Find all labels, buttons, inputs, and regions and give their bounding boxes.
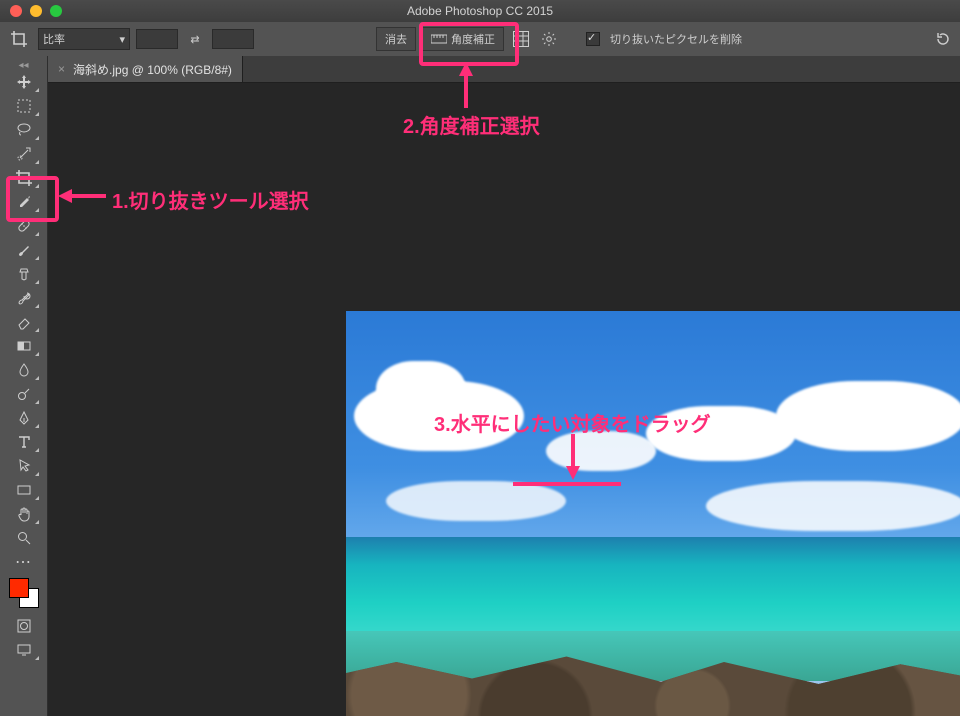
annotation-text-2: 2.角度補正選択	[403, 110, 540, 139]
straighten-label: 角度補正	[451, 31, 495, 47]
quick-select-tool[interactable]	[7, 142, 41, 166]
grid-overlay-button[interactable]	[510, 28, 532, 50]
chevron-down-icon: ▾	[119, 33, 125, 46]
window-controls	[10, 5, 62, 17]
dodge-tool[interactable]	[7, 382, 41, 406]
document-tab-bar: × 海斜め.jpg @ 100% (RGB/8#)	[48, 56, 960, 83]
gradient-tool[interactable]	[7, 334, 41, 358]
spot-heal-tool[interactable]	[7, 214, 41, 238]
delete-pixels-checkbox[interactable]	[586, 32, 600, 46]
screen-mode-button[interactable]	[7, 638, 41, 662]
pen-tool[interactable]	[7, 406, 41, 430]
straighten-button[interactable]: 角度補正	[422, 27, 504, 51]
crop-preset-select[interactable]: 比率 ▾	[38, 28, 130, 50]
hand-tool[interactable]	[7, 502, 41, 526]
type-tool[interactable]	[7, 430, 41, 454]
crop-width-input[interactable]	[136, 29, 178, 49]
delete-pixels-label: 切り抜いたピクセルを削除	[610, 31, 742, 47]
zoom-tool[interactable]	[7, 526, 41, 550]
crop-tool-icon	[6, 26, 32, 52]
maximize-window-button[interactable]	[50, 5, 62, 17]
eraser-tool[interactable]	[7, 310, 41, 334]
eyedropper-tool[interactable]	[7, 190, 41, 214]
blur-tool[interactable]	[7, 358, 41, 382]
swap-dims-button[interactable]: ⇄	[184, 28, 206, 50]
close-window-button[interactable]	[10, 5, 22, 17]
foreground-color-swatch[interactable]	[9, 578, 29, 598]
ruler-icon	[431, 33, 447, 45]
document-tab-label: 海斜め.jpg @ 100% (RGB/8#)	[73, 61, 232, 78]
quick-mask-button[interactable]	[7, 614, 41, 638]
brush-tool[interactable]	[7, 238, 41, 262]
marquee-tool[interactable]	[7, 94, 41, 118]
annotation-text-3: 3.水平にしたい対象をドラッグ	[434, 408, 711, 437]
canvas-area: × 海斜め.jpg @ 100% (RGB/8#)	[48, 56, 960, 716]
crop-preset-value: 比率	[43, 31, 65, 47]
toolbox: ◂◂ ⋯	[0, 56, 48, 716]
rectangle-tool[interactable]	[7, 478, 41, 502]
minimize-window-button[interactable]	[30, 5, 42, 17]
annotation-arrow-3	[566, 434, 580, 480]
crop-tool[interactable]	[7, 166, 41, 190]
document-tab[interactable]: × 海斜め.jpg @ 100% (RGB/8#)	[48, 56, 243, 82]
annotation-drag-line	[513, 482, 621, 486]
reset-button[interactable]	[932, 28, 954, 50]
edit-toolbar-button[interactable]: ⋯	[7, 550, 41, 574]
path-select-tool[interactable]	[7, 454, 41, 478]
toolbox-collapse-button[interactable]: ◂◂	[4, 60, 44, 70]
annotation-arrow-1	[58, 189, 106, 203]
crop-height-input[interactable]	[212, 29, 254, 49]
titlebar: Adobe Photoshop CC 2015	[0, 0, 960, 22]
clear-button[interactable]: 消去	[376, 27, 416, 51]
color-swatches[interactable]	[9, 578, 39, 608]
move-tool[interactable]	[7, 70, 41, 94]
lasso-tool[interactable]	[7, 118, 41, 142]
history-brush-tool[interactable]	[7, 286, 41, 310]
app-title: Adobe Photoshop CC 2015	[0, 4, 960, 18]
options-bar: 比率 ▾ ⇄ 消去 角度補正 切り抜いたピクセルを削除	[0, 22, 960, 56]
annotation-arrow-2	[459, 62, 473, 108]
annotation-text-1: 1.切り抜きツール選択	[112, 185, 309, 214]
crop-settings-button[interactable]	[538, 28, 560, 50]
canvas-image[interactable]	[346, 311, 960, 716]
clone-tool[interactable]	[7, 262, 41, 286]
